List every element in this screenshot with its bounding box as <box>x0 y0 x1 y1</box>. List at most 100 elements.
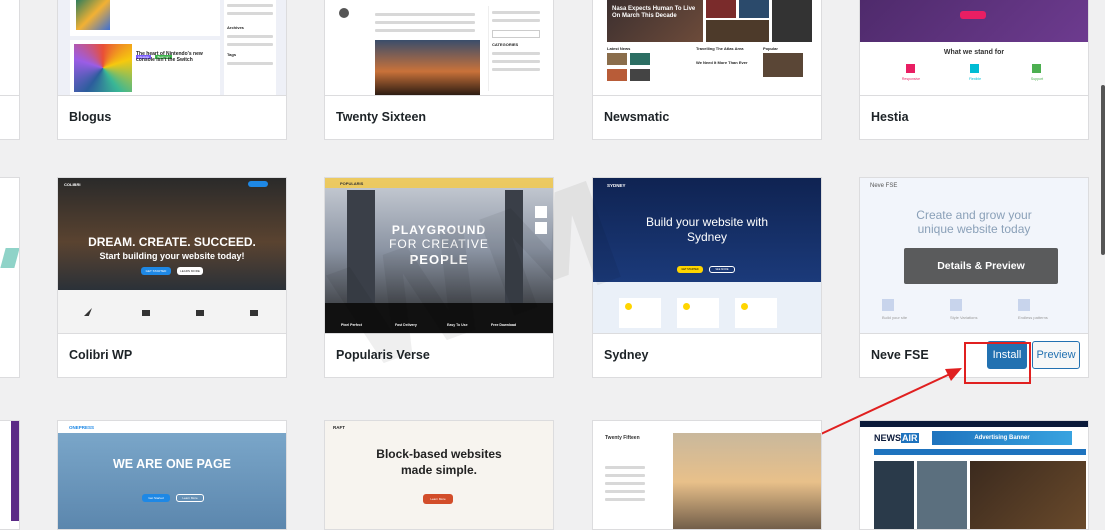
theme-screenshot[interactable]: What we stand for Responsive Flexible Su… <box>860 0 1088 97</box>
theme-screenshot[interactable]: POPULARIS PLAYGROUND FOR CREATIVE PEOPLE… <box>325 178 553 338</box>
theme-name: Sydney <box>604 348 649 362</box>
theme-card-onepress[interactable]: ONEPRESS WE ARE ONE PAGE Get Started Lea… <box>57 420 287 530</box>
theme-brand: NEWS <box>874 433 901 443</box>
theme-card-popularis-verse[interactable]: POPULARIS PLAYGROUND FOR CREATIVE PEOPLE… <box>324 177 554 378</box>
theme-screenshot[interactable]: Nasa Expects Human To Live On March This… <box>593 0 821 97</box>
theme-card-twenty-sixteen[interactable]: CATEGORIES Twenty Sixteen <box>324 0 554 140</box>
feature-icon-responsive <box>906 64 915 73</box>
theme-name-bar: Hestia <box>860 95 1088 139</box>
theme-brand: ONEPRESS <box>69 425 95 430</box>
side-headline: We Need It More Than Ever <box>696 60 748 65</box>
feature-icon-flexible <box>970 64 979 73</box>
cta-secondary: Learn More <box>176 494 204 502</box>
details-preview-overlay[interactable]: Details & Preview <box>904 248 1058 284</box>
theme-screenshot[interactable]: Twenty Fifteen <box>593 421 821 529</box>
ad-banner: Advertising Banner <box>932 431 1072 445</box>
feature-icon <box>196 310 204 316</box>
hero-headline: DREAM. CREATE. SUCCEED. <box>88 235 256 249</box>
theme-brand: POPULARIS <box>340 181 364 186</box>
cta-secondary: SEE MORE <box>709 266 735 273</box>
latest-news-heading: Latest News <box>607 46 631 51</box>
post-featured-image <box>375 40 480 97</box>
avatar <box>339 8 349 18</box>
theme-card-blogus[interactable]: Lifestyle Business The heart of Nintendo… <box>57 0 287 140</box>
theme-card-partial-left-row1[interactable] <box>0 0 20 140</box>
theme-name: Blogus <box>69 110 112 124</box>
annotation-highlight-box <box>964 342 1031 384</box>
theme-name-bar: Popularis Verse <box>325 333 553 377</box>
theme-card-newsmatic[interactable]: Nasa Expects Human To Live On March This… <box>592 0 822 140</box>
feature-icon-support <box>1032 64 1041 73</box>
theme-name-bar: Blogus <box>58 95 286 139</box>
hero-headline: Create and grow your unique website toda… <box>916 208 1032 236</box>
cta-secondary: LEARN MORE <box>177 267 203 275</box>
theme-name-bar: Colibri WP <box>58 333 286 377</box>
side-headline: Travelling The Atlas Area <box>696 46 744 51</box>
theme-brand: COLIBRI <box>64 182 81 187</box>
theme-card-raft[interactable]: RAFT Block-based websites made simple. L… <box>324 420 554 530</box>
theme-screenshot[interactable]: Neve FSE Create and grow your unique web… <box>860 178 1088 338</box>
sidebar-heading: Archives <box>227 25 244 30</box>
hero-headline: FOR CREATIVE <box>389 237 489 251</box>
theme-screenshot[interactable]: NEWSAIR Advertising Banner <box>860 421 1088 529</box>
theme-card-colibri-wp[interactable]: COLIBRI DREAM. CREATE. SUCCEED. Start bu… <box>57 177 287 378</box>
preview-button[interactable]: Preview <box>1032 341 1080 369</box>
feature-icon <box>882 299 894 311</box>
hero-headline: Block-based websites made simple. <box>376 447 502 477</box>
feature-icon <box>142 310 150 316</box>
theme-name: Twenty Sixteen <box>336 110 427 124</box>
feature-label: Fast Delivery <box>395 323 417 327</box>
theme-screenshot[interactable]: COLIBRI DREAM. CREATE. SUCCEED. Start bu… <box>58 178 286 338</box>
hero-headline: PEOPLE <box>409 252 469 267</box>
hero-headline: Build your website with Sydney <box>645 215 769 244</box>
feature-label: Free Download <box>491 323 517 327</box>
post-thumbnail <box>74 44 132 92</box>
feature-label: Build your site <box>882 315 908 320</box>
theme-screenshot[interactable]: SYDNEY Build your website with Sydney GE… <box>593 178 821 338</box>
news-image <box>874 461 914 529</box>
hero-headline: PLAYGROUND <box>391 223 487 237</box>
theme-card-partial-left-row2[interactable] <box>0 177 20 378</box>
cta-primary: Get Started <box>142 494 170 502</box>
theme-brand: Twenty Fifteen <box>605 435 640 441</box>
theme-card-twenty-fifteen[interactable]: Twenty Fifteen <box>592 420 822 530</box>
theme-brand: RAFT <box>333 425 345 430</box>
news-image <box>917 461 967 529</box>
feature-label: Flexible <box>968 77 982 81</box>
feature-label: Easy To Use <box>447 323 468 327</box>
feature-icon <box>950 299 962 311</box>
theme-name-bar: Newsmatic <box>593 95 821 139</box>
theme-name: Popularis Verse <box>336 348 430 362</box>
theme-screenshot[interactable]: RAFT Block-based websites made simple. L… <box>325 421 553 529</box>
cta-primary: GET STARTED <box>677 266 703 273</box>
theme-screenshot[interactable]: CATEGORIES <box>325 0 553 97</box>
theme-brand: SYDNEY <box>607 183 626 188</box>
news-image <box>970 461 1086 529</box>
hero-headline: Nasa Expects Human To Live On March This… <box>612 6 696 19</box>
theme-card-partial-left-row3[interactable] <box>0 420 20 530</box>
theme-card-hestia[interactable]: What we stand for Responsive Flexible Su… <box>859 0 1089 140</box>
popular-heading: Popular <box>763 46 778 51</box>
theme-screenshot[interactable]: ONEPRESS WE ARE ONE PAGE Get Started Lea… <box>58 421 286 529</box>
hero-subheadline: Start building your website today! <box>99 251 245 261</box>
theme-name: Colibri WP <box>69 348 133 362</box>
feature-label: Style Variations <box>950 315 978 320</box>
theme-name: Neve FSE <box>871 348 929 362</box>
theme-brand-accent: AIR <box>901 433 919 443</box>
theme-name: Hestia <box>871 110 909 124</box>
feature-icon <box>84 308 92 316</box>
feature-label: Endless patterns <box>1018 315 1048 320</box>
post-featured-image <box>673 433 821 529</box>
feature-icon <box>1018 299 1030 311</box>
theme-card-sydney[interactable]: SYDNEY Build your website with Sydney GE… <box>592 177 822 378</box>
feature-label: Responsive <box>901 77 921 81</box>
cta-primary: GET STARTED <box>141 267 171 275</box>
theme-name: Newsmatic <box>604 110 670 124</box>
theme-brand: Neve FSE <box>870 183 898 189</box>
section-title: What we stand for <box>943 49 1005 56</box>
categories-heading: CATEGORIES <box>492 42 519 47</box>
theme-screenshot[interactable]: Lifestyle Business The heart of Nintendo… <box>58 0 286 97</box>
scrollbar-thumb[interactable] <box>1101 85 1105 255</box>
theme-name-bar: Sydney <box>593 333 821 377</box>
theme-card-newsair[interactable]: NEWSAIR Advertising Banner <box>859 420 1089 530</box>
